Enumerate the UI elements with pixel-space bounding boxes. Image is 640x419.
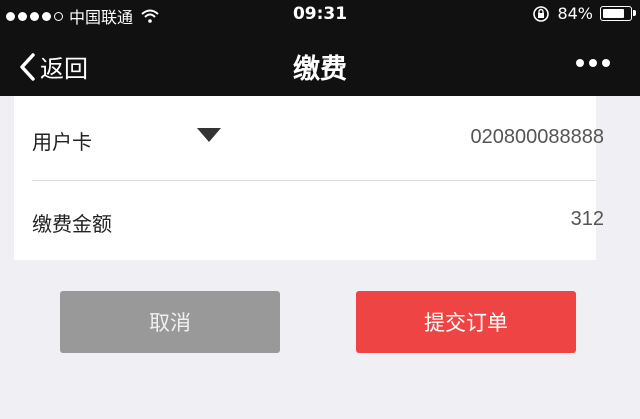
submit-order-button[interactable]: 提交订单 [356,291,576,353]
dropdown-triangle-icon[interactable] [197,128,221,142]
status-bar: 中国联通 09:31 84% [0,0,640,30]
battery-percent: 84% [557,4,593,23]
more-dot [602,59,610,67]
rotation-lock-icon [533,5,550,22]
more-dot [589,59,597,67]
more-dot [576,59,584,67]
more-menu-button[interactable] [576,59,610,67]
card-number-value: 020800088888 [470,126,604,148]
status-right: 84% [532,4,636,23]
payment-form-card: 用户卡 020800088888 缴费金额 312 [14,96,604,260]
amount-row: 缴费金额 312 [32,180,604,260]
battery-fill [603,9,624,18]
battery-icon [600,6,636,21]
nav-bar: 返回 缴费 [0,30,640,96]
page-title: 缴费 [293,54,347,85]
amount-label: 缴费金额 [32,212,112,236]
amount-value: 312 [570,208,604,230]
card-label: 用户卡 [32,130,92,154]
card-select-row[interactable]: 用户卡 020800088888 [32,96,604,181]
cancel-button[interactable]: 取消 [60,291,280,353]
